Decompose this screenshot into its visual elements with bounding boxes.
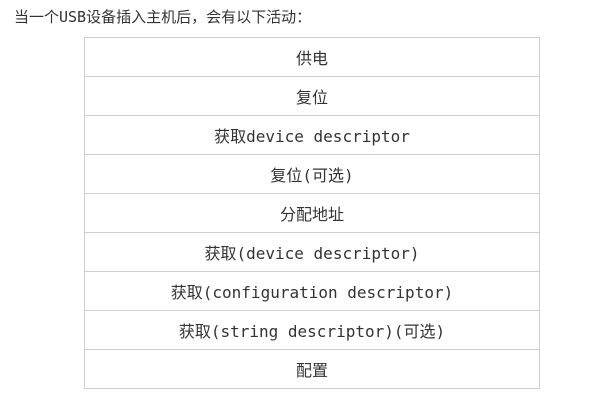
step-cell: 复位(可选) xyxy=(84,154,540,194)
step-cell: 复位 xyxy=(84,76,540,116)
table-row: 获取device descriptor xyxy=(84,115,540,155)
step-cell: 供电 xyxy=(84,37,540,77)
table-row: 获取(device descriptor) xyxy=(84,232,540,272)
table-row: 获取(configuration descriptor) xyxy=(84,271,540,311)
step-cell: 配置 xyxy=(84,349,540,389)
table-row: 复位(可选) xyxy=(84,154,540,194)
table-row: 供电 xyxy=(84,37,540,77)
step-cell: 获取device descriptor xyxy=(84,115,540,155)
table-row: 分配地址 xyxy=(84,193,540,233)
step-cell: 获取(device descriptor) xyxy=(84,232,540,272)
table-row: 获取(string descriptor)(可选) xyxy=(84,310,540,350)
step-cell: 分配地址 xyxy=(84,193,540,233)
steps-table: 供电 复位 获取device descriptor 复位(可选) 分配地址 获取… xyxy=(84,37,540,389)
table-row: 配置 xyxy=(84,349,540,389)
step-cell: 获取(string descriptor)(可选) xyxy=(84,310,540,350)
step-cell: 获取(configuration descriptor) xyxy=(84,271,540,311)
intro-text: 当一个USB设备插入主机后，会有以下活动： xyxy=(14,8,312,26)
table-row: 复位 xyxy=(84,76,540,116)
